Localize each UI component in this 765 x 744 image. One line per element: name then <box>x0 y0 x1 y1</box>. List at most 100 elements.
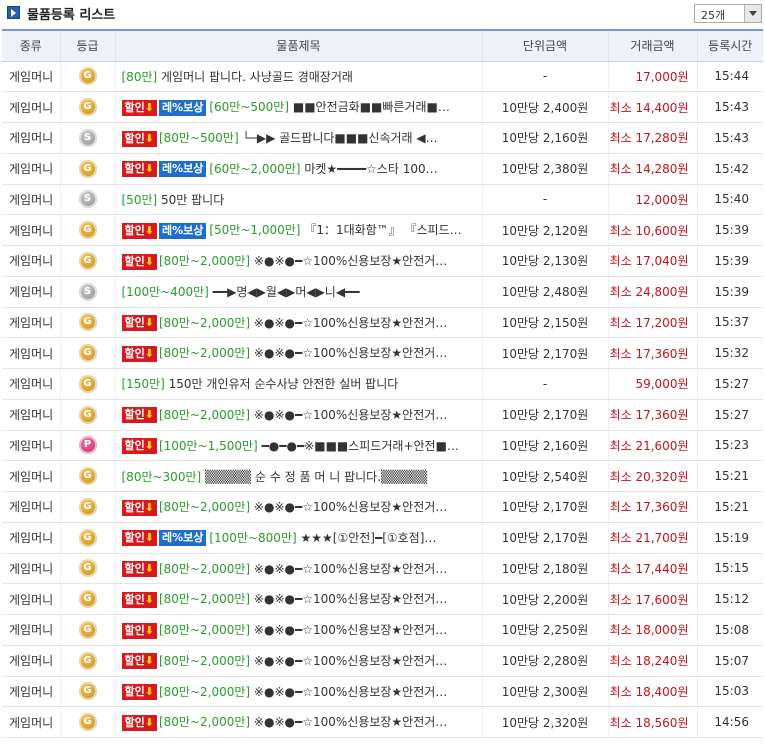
table-row[interactable]: 게임머니 G 할인⬇ 레%보상 [50만~1,000만] 『1：1대화함™』 『스피드…… <box>2 214 763 246</box>
discount-badge-label: 할인 <box>124 654 145 668</box>
item-title-cell[interactable]: [100만~400만] ━━▶명◀▶월◀▶머◀▶니◀━━ <box>114 276 482 308</box>
item-title-cell[interactable]: 할인⬇ [80만~2,000만] ※●※●━☆100%신용보장★안전거… <box>114 553 482 585</box>
item-title-cell[interactable]: [80만] 게임머니 팝니다. 사냥골드 경매장거래 <box>114 61 482 93</box>
grade-cell: G <box>59 583 115 615</box>
item-kind: 게임머니 <box>2 245 60 277</box>
quantity-range: [50만~1,000만] <box>209 223 301 238</box>
table-row[interactable]: 게임머니 G 할인⬇ [80만~2,000만] ※●※●━☆100%신용보장★안전거…… <box>2 553 763 585</box>
grade-g-icon: G <box>78 405 97 424</box>
item-title-link[interactable]: ※●※●━☆100%신용보장★안전거… <box>254 654 447 668</box>
item-title-link[interactable]: ※●※●━☆100%신용보장★안전거… <box>254 316 447 330</box>
item-title-link[interactable]: ━●━●━※■■■스피드거래+안전■… <box>262 439 459 453</box>
item-title-link[interactable]: ※●※●━☆100%신용보장★안전거… <box>254 685 447 699</box>
item-title-cell[interactable]: 할인⬇ [80만~2,000만] ※●※●━☆100%신용보장★안전거… <box>114 337 482 369</box>
item-title-link[interactable]: 마켓★━━━━☆스타 100… <box>304 162 437 176</box>
registered-time: 15:32 <box>696 337 763 369</box>
item-kind: 게임머니 <box>2 676 60 708</box>
grade-g-icon: G <box>78 620 97 639</box>
item-title-link[interactable]: ━━▶명◀▶월◀▶머◀▶니◀━━ <box>213 285 360 299</box>
item-title-cell[interactable]: 할인⬇ [80만~2,000만] ※●※●━☆100%신용보장★안전거… <box>114 491 482 523</box>
table-row[interactable]: 게임머니 G 할인⬇ [80만~2,000만] ※●※●━☆100%신용보장★안전거…… <box>2 491 763 523</box>
table-row[interactable]: 게임머니 G 할인⬇ 레%보상 [100만~800만] ★★★[①안전]━[①호점]… 1… <box>2 522 763 554</box>
item-title-cell[interactable]: 할인⬇ 레%보상 [60만~2,000만] 마켓★━━━━☆스타 100… <box>114 153 482 185</box>
unit-price: 10만당 2,160원 <box>481 122 608 154</box>
item-title-cell[interactable]: 할인⬇ [80만~2,000만] ※●※●━☆100%신용보장★안전거… <box>114 399 482 431</box>
item-title-link[interactable]: 게임머니 팝니다. 사냥골드 경매장거래 <box>161 70 353 84</box>
grade-cell: G <box>59 337 115 369</box>
item-title-cell[interactable]: [50만] 50만 팝니다 <box>114 184 482 216</box>
table-row[interactable]: 게임머니 G 할인⬇ [80만~2,000만] ※●※●━☆100%신용보장★안전거…… <box>2 307 763 339</box>
item-title-cell[interactable]: 할인⬇ [80만~2,000만] ※●※●━☆100%신용보장★안전거… <box>114 307 482 339</box>
table-row[interactable]: 게임머니 G 할인⬇ [80만~2,000만] ※●※●━☆100%신용보장★안전거…… <box>2 399 763 431</box>
discount-badge-label: 할인 <box>124 223 145 237</box>
item-title-link[interactable]: ※●※●━☆100%신용보장★안전거… <box>254 500 447 514</box>
column-header-unit-price[interactable]: 단위금액 <box>481 29 608 62</box>
table-row[interactable]: 게임머니 S 할인⬇ [80만~500만] └─▶▶ 골드팝니다■■■신속거래 ◀… 1… <box>2 122 763 154</box>
table-row[interactable]: 게임머니 G 할인⬇ [80만~2,000만] ※●※●━☆100%신용보장★안전거…… <box>2 614 763 646</box>
item-title-cell[interactable]: 할인⬇ [80만~2,000만] ※●※●━☆100%신용보장★안전거… <box>114 245 482 277</box>
page-size-select[interactable]: 25개 <box>694 4 762 23</box>
item-title-link[interactable]: ※●※●━☆100%신용보장★안전거… <box>254 592 447 606</box>
item-kind: 게임머니 <box>2 399 60 431</box>
table-row[interactable]: 게임머니 G [80만~300만] ▒▒▒▒▒ 순 수 정 품 머 니 팝니다.▒▒… <box>2 460 763 492</box>
column-header-title[interactable]: 물품제목 <box>114 29 482 62</box>
item-title-cell[interactable]: 할인⬇ [80만~2,000만] ※●※●━☆100%신용보장★안전거… <box>114 583 482 615</box>
item-title-cell[interactable]: 할인⬇ [100만~1,500만] ━●━●━※■■■스피드거래+안전■… <box>114 430 482 462</box>
table-row[interactable]: 게임머니 G 할인⬇ [80만~2,000만] ※●※●━☆100%신용보장★안전거…… <box>2 583 763 615</box>
item-title-cell[interactable]: [80만~300만] ▒▒▒▒▒ 순 수 정 품 머 니 팝니다.▒▒▒▒▒ <box>114 460 482 492</box>
discount-badge: 할인⬇ <box>121 130 157 147</box>
discount-badge: 할인⬇ <box>121 684 157 701</box>
column-header-grade[interactable]: 등급 <box>59 29 115 62</box>
item-title-cell[interactable]: 할인⬇ [80만~2,000만] ※●※●━☆100%신용보장★안전거… <box>114 676 482 708</box>
grade-s-icon: S <box>78 128 97 147</box>
down-arrow-icon: ⬇ <box>144 162 154 176</box>
table-row[interactable]: 게임머니 G 할인⬇ 레%보상 [60만~2,000만] 마켓★━━━━☆스타 100…… <box>2 153 763 185</box>
item-title-cell[interactable]: 할인⬇ 레%보상 [60만~500만] ■■안전금화■■빠른거래■… <box>114 91 482 123</box>
item-title-cell[interactable]: 할인⬇ 레%보상 [100만~800만] ★★★[①안전]━[①호점]… <box>114 522 482 554</box>
item-title-link[interactable]: ※●※●━☆100%신용보장★안전거… <box>254 562 447 576</box>
grade-cell: G <box>59 522 115 554</box>
column-header-kind[interactable]: 종류 <box>2 29 60 62</box>
item-title-cell[interactable]: 할인⬇ [80만~2,000만] ※●※●━☆100%신용보장★안전거… <box>114 645 482 677</box>
item-title-link[interactable]: 『1：1대화함™』 『스피드… <box>304 223 461 237</box>
item-title-link[interactable]: ★★★[①안전]━[①호점]… <box>301 531 437 545</box>
item-title-cell[interactable]: 할인⬇ 레%보상 [50만~1,000만] 『1：1대화함™』 『스피드… <box>114 214 482 246</box>
item-title-link[interactable]: ※●※●━☆100%신용보장★안전거… <box>254 408 447 422</box>
item-title-link[interactable]: 150만 개인유저 순수사냥 안전한 실버 팝니다 <box>169 377 399 391</box>
column-header-time[interactable]: 등록시간 <box>696 29 763 62</box>
table-row[interactable]: 게임머니 G [80만] 게임머니 팝니다. 사냥골드 경매장거래 -17,000원 1… <box>2 61 763 93</box>
quantity-range: [80만~2,000만] <box>158 407 251 422</box>
item-title-link[interactable]: └─▶▶ 골드팝니다■■■신속거래 ◀… <box>242 131 437 145</box>
quantity-range: [100만~1,500만] <box>158 438 258 453</box>
unit-price: 10만당 2,180원 <box>481 553 608 585</box>
item-title-link[interactable]: ※●※●━☆100%신용보장★안전거… <box>254 254 447 268</box>
table-row[interactable]: 게임머니 S [50만] 50만 팝니다 -12,000원 15:40 <box>2 184 763 216</box>
item-title-cell[interactable]: 할인⬇ [80만~2,000만] ※●※●━☆100%신용보장★안전거… <box>114 614 482 646</box>
item-title-cell[interactable]: 할인⬇ [80만~500만] └─▶▶ 골드팝니다■■■신속거래 ◀… <box>114 122 482 154</box>
item-title-link[interactable]: ※●※●━☆100%신용보장★안전거… <box>254 623 447 637</box>
grade-cell: S <box>59 184 115 216</box>
chevron-down-icon[interactable] <box>744 5 761 22</box>
item-title-link[interactable]: ※●※●━☆100%신용보장★안전거… <box>254 346 447 360</box>
trade-price: 최소 24,800원 <box>607 276 697 308</box>
table-row[interactable]: 게임머니 G 할인⬇ [80만~2,000만] ※●※●━☆100%신용보장★안전거…… <box>2 706 763 738</box>
item-title-link[interactable]: ■■안전금화■■빠른거래■… <box>293 100 450 114</box>
table-row[interactable]: 게임머니 P 할인⬇ [100만~1,500만] ━●━●━※■■■스피드거래+안전■… <box>2 430 763 462</box>
table-row[interactable]: 게임머니 G 할인⬇ 레%보상 [60만~500만] ■■안전금화■■빠른거래■… 10만… <box>2 91 763 123</box>
table-row[interactable]: 게임머니 S [100만~400만] ━━▶명◀▶월◀▶머◀▶니◀━━ 10만당 2,… <box>2 276 763 308</box>
table-row[interactable]: 게임머니 G 할인⬇ [80만~2,000만] ※●※●━☆100%신용보장★안전거…… <box>2 337 763 369</box>
item-title-cell[interactable]: [150만] 150만 개인유저 순수사냥 안전한 실버 팝니다 <box>114 368 482 400</box>
item-title-cell[interactable]: 할인⬇ [80만~2,000만] ※●※●━☆100%신용보장★안전거… <box>114 706 482 738</box>
discount-badge-label: 할인 <box>124 100 145 114</box>
column-header-trade-price[interactable]: 거래금액 <box>607 29 697 62</box>
table-row[interactable]: 게임머니 G [150만] 150만 개인유저 순수사냥 안전한 실버 팝니다 -59… <box>2 368 763 400</box>
trade-price: 최소 17,200원 <box>607 307 697 339</box>
item-title-link[interactable]: 50만 팝니다 <box>161 193 224 207</box>
table-row[interactable]: 게임머니 G 할인⬇ [80만~2,000만] ※●※●━☆100%신용보장★안전거…… <box>2 676 763 708</box>
table-row[interactable]: 게임머니 G 할인⬇ [80만~2,000만] ※●※●━☆100%신용보장★안전거…… <box>2 645 763 677</box>
item-title-link[interactable]: ※●※●━☆100%신용보장★안전거… <box>254 715 447 729</box>
item-title-link[interactable]: ▒▒▒▒▒ 순 수 정 품 머 니 팝니다.▒▒▒▒▒ <box>205 470 427 484</box>
table-row[interactable]: 게임머니 G 할인⬇ [80만~2,000만] ※●※●━☆100%신용보장★안전거…… <box>2 245 763 277</box>
unit-price: 10만당 2,170원 <box>481 399 608 431</box>
quantity-range: [80만~2,000만] <box>158 592 251 607</box>
